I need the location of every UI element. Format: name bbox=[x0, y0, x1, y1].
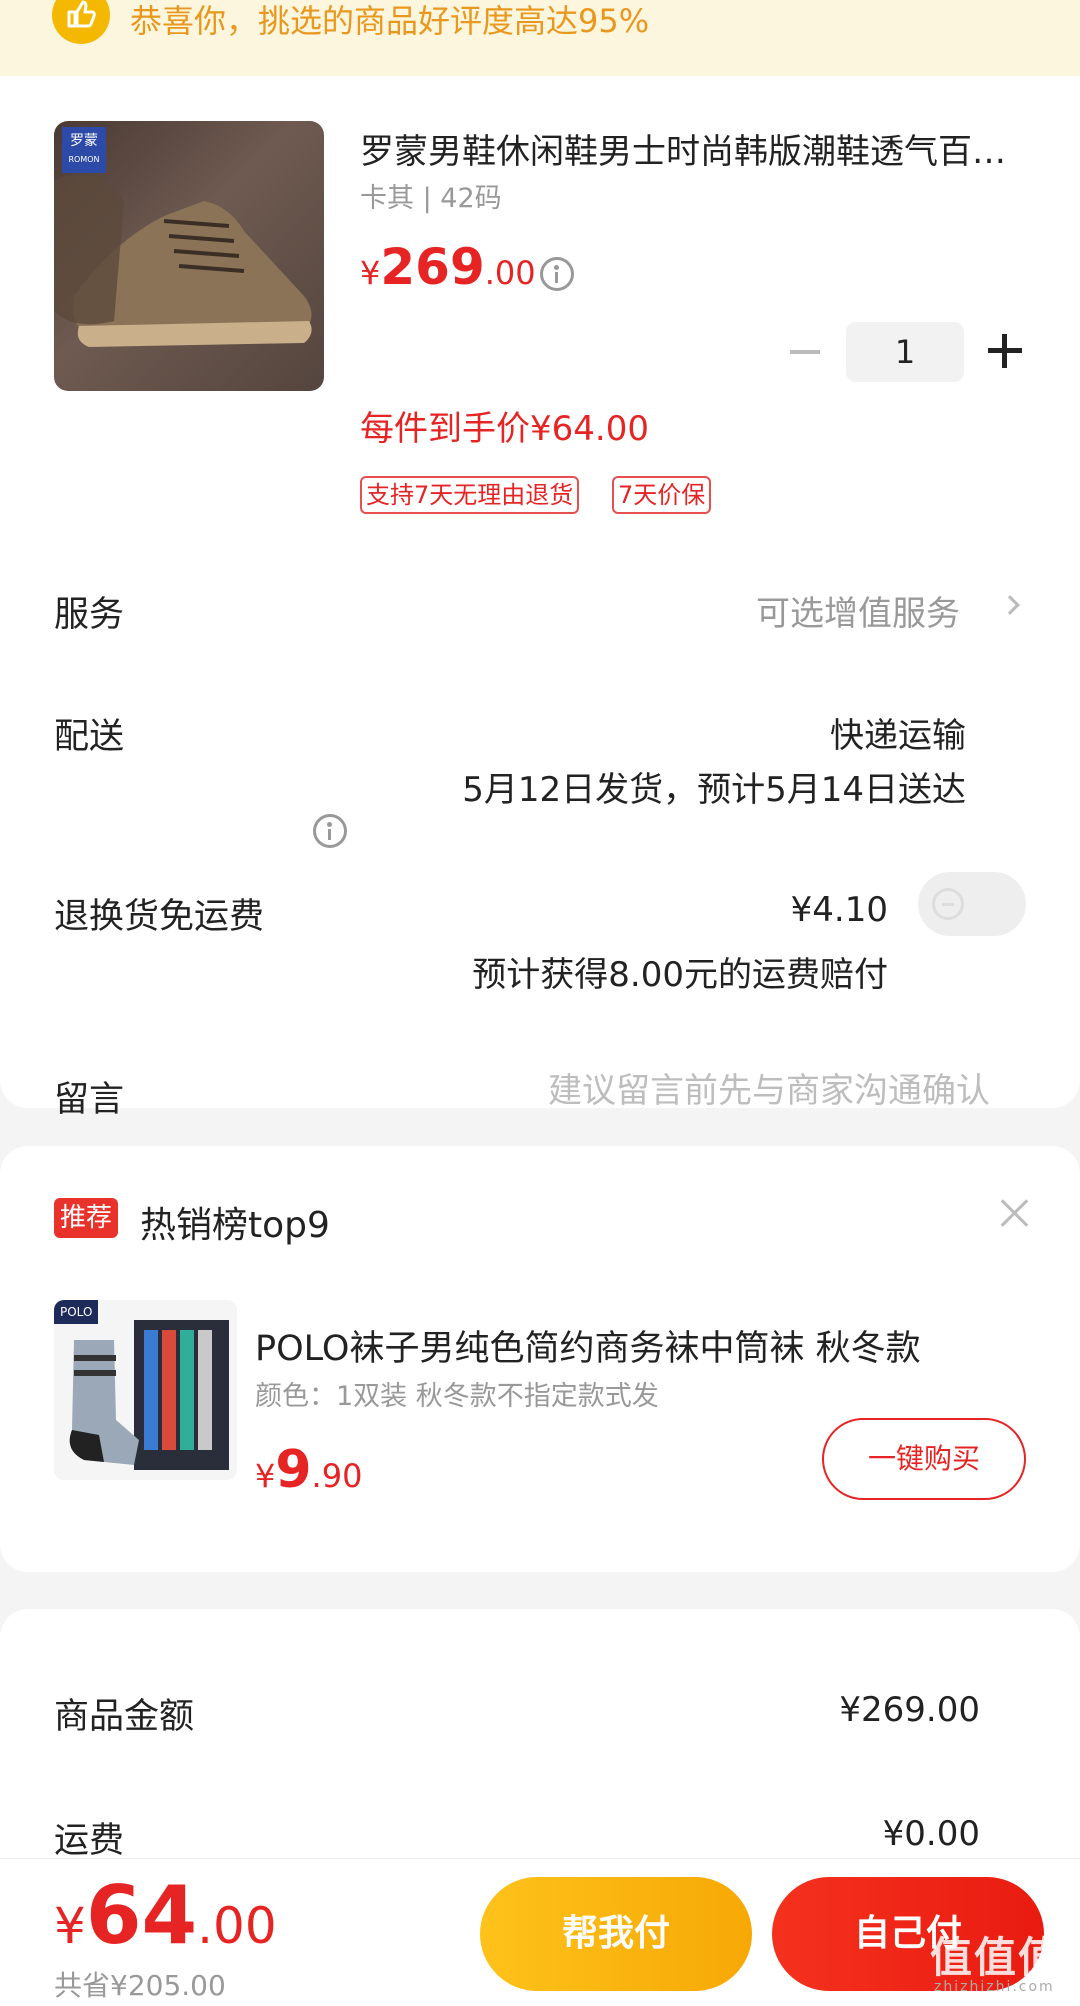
product-price: ¥269.00 bbox=[360, 238, 536, 296]
praise-banner: 恭喜你，挑选的商品好评度高达95% bbox=[0, 0, 1080, 76]
price-info-icon[interactable] bbox=[540, 257, 574, 291]
return-shipping-note: 预计获得8.00元的运费赔付 bbox=[472, 955, 888, 995]
toggle-knob bbox=[932, 888, 964, 920]
recommend-product-image[interactable]: POLO bbox=[54, 1300, 237, 1480]
unit-price: 每件到手价¥64.00 bbox=[360, 409, 649, 449]
shipping-fee-value: ¥0.00 bbox=[882, 1814, 980, 1854]
banner-text: 恭喜你，挑选的商品好评度高达95% bbox=[130, 2, 650, 40]
quantity-value[interactable]: 1 bbox=[846, 322, 964, 382]
amount-value: ¥269.00 bbox=[839, 1690, 980, 1730]
message-label: 留言 bbox=[54, 1080, 125, 1120]
shipping-fee-label: 运费 bbox=[54, 1821, 125, 1861]
quantity-decrease-button[interactable] bbox=[790, 350, 820, 354]
chevron-right-icon[interactable] bbox=[1000, 595, 1020, 615]
product-spec[interactable]: 卡其 | 42码 bbox=[360, 176, 502, 215]
socks-illustration bbox=[69, 1320, 229, 1470]
thumbs-up-icon bbox=[52, 0, 110, 44]
polo-logo: POLO bbox=[54, 1300, 99, 1324]
delivery-type: 快递运输 bbox=[830, 716, 966, 756]
delivery-label: 配送 bbox=[54, 717, 125, 757]
service-label: 服务 bbox=[54, 595, 125, 635]
recommend-badge: 推荐 bbox=[54, 1198, 119, 1238]
recommend-product-name[interactable]: POLO袜子男纯色简约商务袜中筒袜 秋冬款 bbox=[255, 1320, 1025, 1371]
recommend-product-spec: 颜色：1双装 秋冬款不指定款式发 bbox=[255, 1381, 659, 1412]
price-protect-tag: 7天价保 bbox=[612, 476, 712, 514]
recommend-product-price: ¥9.90 bbox=[255, 1440, 363, 1500]
service-value[interactable]: 可选增值服务 bbox=[756, 586, 960, 635]
return-info-icon[interactable] bbox=[313, 814, 347, 848]
watermark-url: zhizhizhi.com bbox=[934, 1979, 1055, 1995]
recommend-title: 热销榜top9 bbox=[140, 1205, 330, 1246]
message-input[interactable] bbox=[470, 1066, 990, 1116]
quantity-increase-button[interactable] bbox=[988, 334, 1022, 368]
product-image[interactable]: 罗蒙 ROMON bbox=[54, 121, 324, 391]
brand-logo: 罗蒙 ROMON bbox=[62, 127, 106, 173]
product-title[interactable]: 罗蒙男鞋休闲鞋男士时尚韩版潮鞋透气百搭板鞋 bbox=[360, 124, 1025, 173]
order-card: 罗蒙 ROMON 罗蒙男鞋休闲鞋男士时尚韩版潮鞋透气百搭板鞋 卡其 | 42码 … bbox=[0, 76, 1080, 1120]
help-me-pay-button[interactable]: 帮我付 bbox=[480, 1877, 752, 1991]
close-icon[interactable] bbox=[1000, 1198, 1030, 1228]
saved-amount: 共省¥205.00 bbox=[54, 1969, 226, 2002]
watermark: 值值值 bbox=[930, 1933, 1063, 1982]
total-price: ¥64.00 bbox=[54, 1869, 277, 1962]
checkout-bar: ¥64.00 共省¥205.00 帮我付 自己付 值值值 zhizhizhi.c… bbox=[0, 1858, 1080, 2006]
return-policy-tag: 支持7天无理由退货 bbox=[360, 476, 580, 514]
return-shipping-label: 退换货免运费 bbox=[54, 897, 265, 937]
return-shipping-price: ¥4.10 bbox=[790, 890, 888, 930]
return-shipping-toggle[interactable] bbox=[918, 872, 1026, 936]
delivery-date: 5月12日发货，预计5月14日送达 bbox=[462, 770, 966, 810]
amount-label: 商品金额 bbox=[54, 1697, 195, 1737]
one-click-buy-button[interactable]: 一键购买 bbox=[822, 1418, 1026, 1500]
